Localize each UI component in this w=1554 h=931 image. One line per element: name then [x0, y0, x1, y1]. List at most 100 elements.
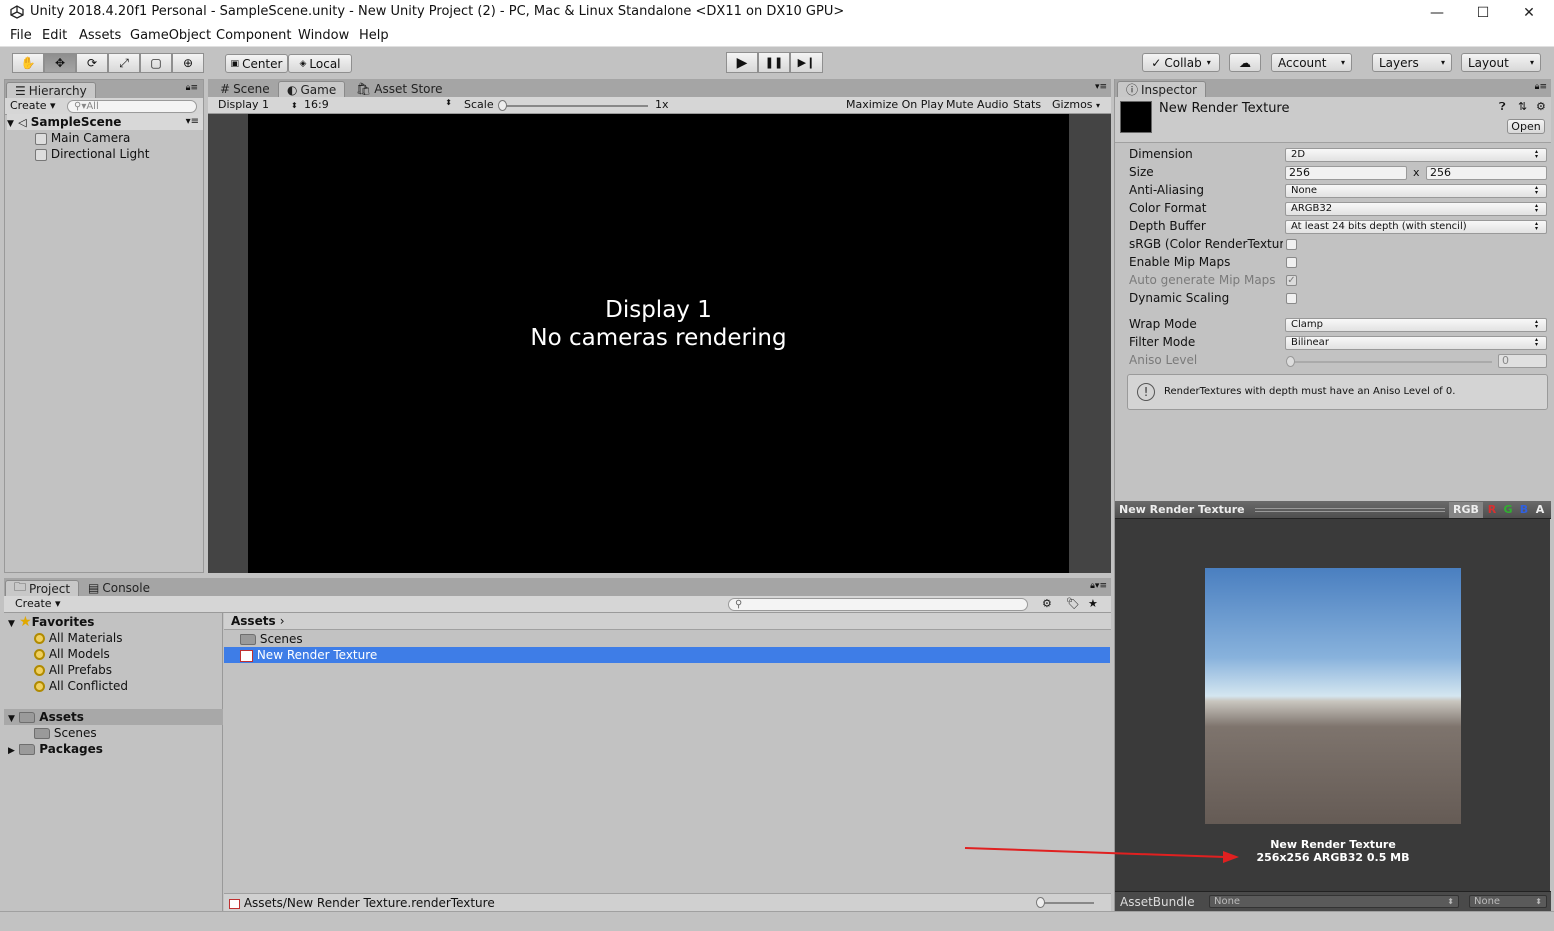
aspect-dropdown[interactable]: 16:9 ⬍	[304, 98, 456, 111]
assets-folder-row[interactable]: ▼ Assets	[4, 709, 223, 725]
editor-statusbar	[0, 911, 1554, 931]
rotate-tool-icon[interactable]: ⟳	[76, 53, 108, 73]
menu-help[interactable]: Help	[359, 28, 389, 43]
wrap-mode-dropdown[interactable]: Clamp	[1285, 318, 1547, 332]
lock-icon[interactable]: 🔒︎≡	[1535, 82, 1547, 92]
game-view[interactable]: Display 1 No cameras rendering	[248, 114, 1069, 573]
tab-asset-store[interactable]: 🛍︎ Asset Store	[348, 81, 451, 97]
project-create-button[interactable]: Create ▾	[15, 597, 61, 610]
menu-file[interactable]: File	[10, 28, 32, 43]
favorites-row[interactable]: ▼ ★Favorites	[8, 614, 94, 630]
pause-button[interactable]: ❚❚	[758, 52, 790, 73]
scene-row[interactable]: ▼ ◁ SampleScene ▾≡	[7, 114, 203, 130]
expand-arrow-icon: ▼	[8, 619, 15, 629]
favorite-item[interactable]: All Conflicted	[34, 678, 128, 694]
account-dropdown[interactable]: Account ▾	[1271, 53, 1352, 72]
depth-buffer-dropdown[interactable]: At least 24 bits depth (with stencil)	[1285, 220, 1547, 234]
close-button[interactable]: ✕	[1506, 0, 1552, 25]
menu-assets[interactable]: Assets	[79, 28, 121, 43]
help-icon[interactable]: ❓︎	[1499, 100, 1506, 114]
color-format-dropdown[interactable]: ARGB32	[1285, 202, 1547, 216]
filter-by-type-icon[interactable]: ⚙	[1042, 597, 1052, 610]
menu-component[interactable]: Component	[216, 28, 291, 43]
mute-audio-toggle[interactable]: Mute Audio	[946, 98, 1008, 111]
size-width-field[interactable]: 256	[1285, 166, 1407, 180]
pivot-center-button[interactable]: ▣ Center	[225, 54, 288, 73]
channel-a-toggle[interactable]: A	[1532, 502, 1548, 518]
hierarchy-item-main-camera[interactable]: Main Camera	[35, 130, 130, 146]
scale-slider-track[interactable]	[500, 105, 648, 107]
filter-by-label-icon[interactable]: 🏷︎	[1066, 597, 1080, 610]
tab-console[interactable]: ▤ Console	[80, 580, 158, 596]
layout-dropdown[interactable]: Layout ▾	[1461, 53, 1541, 72]
lock-icon[interactable]: 🔒︎▾≡	[1090, 581, 1107, 591]
size-height-field[interactable]: 256	[1426, 166, 1547, 180]
channel-rgb-toggle[interactable]: RGB	[1449, 502, 1483, 518]
tab-hierarchy[interactable]: ☰ Hierarchy	[6, 82, 96, 98]
size-label: Size	[1129, 165, 1154, 179]
pivot-local-button[interactable]: ◈ Local	[288, 54, 352, 73]
tab-project[interactable]: 🗀 Project	[5, 580, 80, 596]
hierarchy-item-directional-light[interactable]: Directional Light	[35, 146, 150, 162]
packages-folder-row[interactable]: ▶ Packages	[8, 741, 103, 757]
tab-game[interactable]: ◐ Game	[278, 81, 346, 97]
presets-icon[interactable]: ⇅	[1518, 100, 1527, 113]
favorite-item[interactable]: All Prefabs	[34, 662, 112, 678]
maximize-button[interactable]: ☐	[1460, 0, 1506, 25]
transform-tool-icon[interactable]: ⊕	[172, 53, 204, 73]
step-button[interactable]: ▶❙	[790, 52, 823, 73]
layers-dropdown[interactable]: Layers ▾	[1372, 53, 1452, 72]
assetbundle-dropdown[interactable]: None ⬍	[1209, 895, 1459, 908]
scenes-folder-row[interactable]: Scenes	[34, 725, 97, 741]
preview-drag-handle[interactable]	[1255, 508, 1445, 512]
file-row-scenes[interactable]: Scenes	[240, 631, 303, 647]
menu-edit[interactable]: Edit	[42, 28, 67, 43]
scale-slider-thumb[interactable]	[498, 100, 507, 111]
breadcrumb-assets[interactable]: Assets	[231, 614, 276, 628]
display-dropdown[interactable]: Display 1 ⬍	[218, 98, 298, 111]
main-toolbar: ✋ ✥ ⟳ ⤢ ▢ ⊕ ▣ Center ◈ Local ▶ ❚❚ ▶❙ ✓ Coll…	[0, 48, 1554, 78]
collab-button[interactable]: ✓ Collab ▾	[1142, 53, 1220, 72]
hierarchy-create-button[interactable]: Create ▾	[10, 99, 56, 112]
panel-menu-icon[interactable]: ▾≡	[1095, 82, 1107, 92]
menu-window[interactable]: Window	[298, 28, 349, 43]
favorite-star-icon[interactable]: ★	[1088, 597, 1098, 610]
dynamic-scaling-checkbox[interactable]	[1286, 293, 1297, 304]
scale-tool-icon[interactable]: ⤢	[108, 53, 140, 73]
dimension-dropdown[interactable]: 2D	[1285, 148, 1547, 162]
project-panel: 🗀 Project ▤ Console 🔒︎▾≡ Create ▾ ⚲ ⚙ 🏷︎ ★…	[4, 578, 1111, 911]
icon-size-slider[interactable]	[1038, 902, 1094, 904]
move-tool-icon[interactable]: ✥	[44, 53, 76, 73]
enable-mip-checkbox[interactable]	[1286, 257, 1297, 268]
gizmos-toggle[interactable]: Gizmos ▾	[1052, 98, 1100, 111]
gear-icon[interactable]: ⚙	[1536, 100, 1546, 113]
lock-icon[interactable]: 🔒︎≡	[186, 83, 198, 93]
hand-tool-icon[interactable]: ✋	[12, 53, 44, 73]
channel-r-toggle[interactable]: R	[1484, 502, 1500, 518]
rect-tool-icon[interactable]: ▢	[140, 53, 172, 73]
icon-size-slider-thumb[interactable]	[1036, 897, 1045, 908]
channel-b-toggle[interactable]: B	[1516, 502, 1532, 518]
tab-scene[interactable]: # Scene	[212, 81, 278, 97]
file-row-render-texture[interactable]: New Render Texture	[224, 647, 1110, 663]
menu-gameobject[interactable]: GameObject	[130, 28, 211, 43]
stats-toggle[interactable]: Stats	[1013, 98, 1041, 111]
favorite-item[interactable]: All Materials	[34, 630, 123, 646]
filter-mode-dropdown[interactable]: Bilinear	[1285, 336, 1547, 350]
channel-g-toggle[interactable]: G	[1500, 502, 1516, 518]
cloud-icon[interactable]: ☁	[1229, 53, 1261, 72]
minimize-button[interactable]: —	[1414, 0, 1460, 25]
tab-inspector[interactable]: ⓘ Inspector	[1117, 81, 1206, 97]
assetbundle-variant-dropdown[interactable]: None ⬍	[1469, 895, 1547, 908]
scene-options-icon[interactable]: ▾≡	[186, 114, 199, 130]
hierarchy-search-input[interactable]: ⚲▾All	[67, 100, 197, 113]
open-button[interactable]: Open	[1507, 119, 1545, 134]
assetbundle-value: None	[1214, 896, 1241, 907]
anti-aliasing-dropdown[interactable]: None	[1285, 184, 1547, 198]
srgb-checkbox[interactable]	[1286, 239, 1297, 250]
favorite-item[interactable]: All Models	[34, 646, 110, 662]
maximize-on-play-toggle[interactable]: Maximize On Play	[846, 98, 944, 111]
play-button[interactable]: ▶	[726, 52, 758, 73]
project-search-input[interactable]: ⚲	[728, 598, 1028, 611]
file-label: Scenes	[259, 632, 303, 646]
